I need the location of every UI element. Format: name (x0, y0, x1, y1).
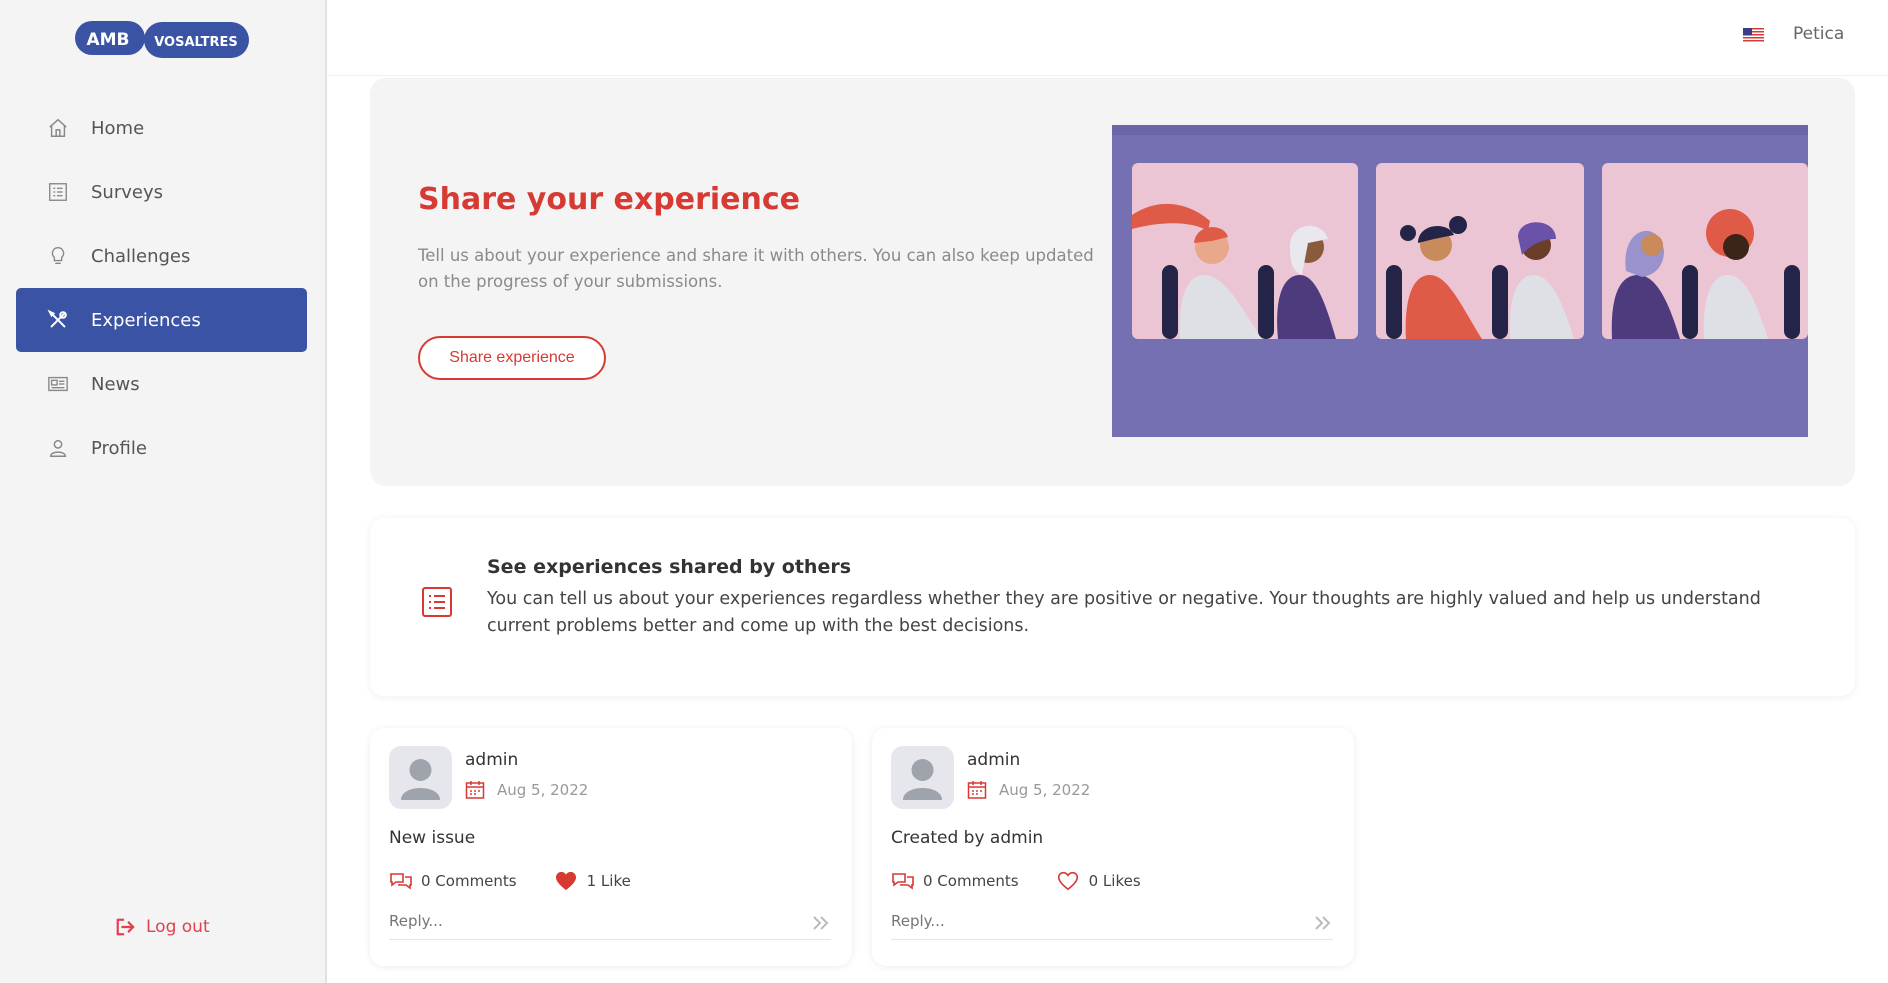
hero-banner: Share your experience Tell us about your… (370, 78, 1855, 486)
comments-button[interactable]: 0 Comments (389, 870, 517, 892)
date-row: Aug 5, 2022 (967, 780, 1090, 800)
list-icon (422, 587, 452, 617)
sidebar-item-surveys[interactable]: Surveys (16, 160, 307, 224)
top-header: Petica (329, 0, 1888, 76)
logout-icon (114, 916, 138, 938)
lightbulb-icon (45, 243, 71, 269)
double-chevron-right-icon[interactable] (1313, 914, 1333, 932)
comments-icon (891, 870, 915, 892)
user-icon (45, 435, 71, 461)
hero-title: Share your experience (418, 182, 800, 217)
comments-count: 0 Comments (923, 872, 1019, 890)
post-stats: 0 Comments 0 Likes (891, 870, 1179, 892)
sidebar-item-label: Challenges (91, 245, 191, 267)
user-avatar-icon (903, 759, 942, 800)
double-chevron-right-icon[interactable] (811, 914, 831, 932)
home-icon (45, 115, 71, 141)
info-title: See experiences shared by others (487, 556, 852, 578)
hero-text: Tell us about your experience and share … (418, 246, 1094, 291)
author-name[interactable]: admin (465, 750, 518, 770)
sidebar-nav: Home Surveys Challenges Experiences News (16, 96, 307, 480)
heart-outline-icon (1057, 870, 1081, 892)
logo-left-text: AMB (86, 30, 129, 50)
logout-label: Log out (146, 917, 210, 937)
like-button[interactable]: 1 Like (555, 870, 631, 892)
tools-icon (45, 307, 71, 333)
sidebar-item-label: Home (91, 117, 145, 139)
calendar-icon (465, 781, 485, 799)
heart-filled-icon (555, 870, 579, 892)
sidebar-item-label: Profile (91, 437, 147, 459)
info-text: You can tell us about your experiences r… (487, 589, 1761, 636)
sidebar: AMB VOSALTRES Home Surveys Challenges Ex… (0, 0, 327, 983)
like-button[interactable]: 0 Likes (1057, 870, 1141, 892)
sidebar-item-news[interactable]: News (16, 352, 307, 416)
us-flag-icon[interactable] (1743, 28, 1764, 43)
author-name[interactable]: admin (967, 750, 1020, 770)
experiences-info-card: See experiences shared by others You can… (370, 518, 1855, 696)
logout-button[interactable]: Log out (114, 916, 210, 938)
sidebar-item-experiences[interactable]: Experiences (16, 288, 307, 352)
experience-card: admin Aug 5, 2022 Created by admin 0 Com… (872, 728, 1354, 966)
avatar (891, 746, 954, 809)
reply-box (389, 908, 831, 940)
comments-count: 0 Comments (421, 872, 517, 890)
sidebar-item-label: Surveys (91, 181, 163, 203)
post-body: New issue (389, 828, 476, 848)
sidebar-item-home[interactable]: Home (16, 96, 307, 160)
reply-input[interactable] (389, 908, 789, 930)
user-avatar-icon (401, 759, 440, 800)
post-stats: 0 Comments 1 Like (389, 870, 669, 892)
hero-illustration (1112, 125, 1808, 437)
post-body: Created by admin (891, 828, 1044, 848)
sidebar-item-challenges[interactable]: Challenges (16, 224, 307, 288)
logo[interactable]: AMB VOSALTRES (74, 18, 250, 60)
logo-right-text: VOSALTRES (154, 35, 238, 50)
reply-input[interactable] (891, 908, 1291, 930)
date-row: Aug 5, 2022 (465, 780, 588, 800)
post-date: Aug 5, 2022 (497, 781, 589, 799)
list-icon (45, 179, 71, 205)
likes-count: 1 Like (586, 872, 631, 890)
avatar (389, 746, 452, 809)
newspaper-icon (45, 371, 71, 397)
sidebar-item-profile[interactable]: Profile (16, 416, 307, 480)
calendar-icon (967, 781, 987, 799)
comments-button[interactable]: 0 Comments (891, 870, 1019, 892)
user-menu[interactable]: Petica (1793, 24, 1844, 44)
sidebar-item-label: Experiences (91, 309, 201, 331)
post-date: Aug 5, 2022 (999, 781, 1091, 799)
sidebar-item-label: News (91, 373, 140, 395)
experience-card: admin Aug 5, 2022 New issue 0 Comments 1… (370, 728, 852, 966)
share-experience-button[interactable]: Share experience (418, 336, 606, 380)
comments-icon (389, 870, 413, 892)
reply-box (891, 908, 1333, 940)
likes-count: 0 Likes (1088, 872, 1141, 890)
